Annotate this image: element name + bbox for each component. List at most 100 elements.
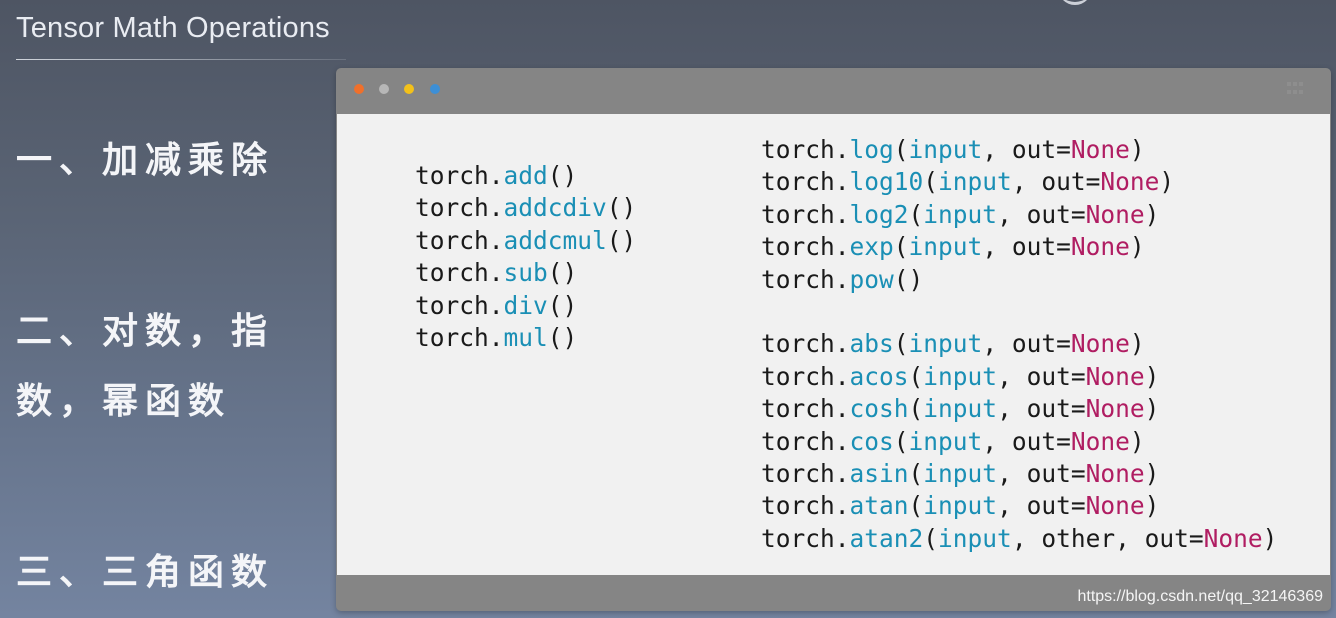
code-text-token: (: [908, 394, 924, 424]
code-line: torch.pow(): [761, 264, 1277, 296]
code-keyword-token: None: [1085, 361, 1145, 391]
code-text-token: , out=: [997, 361, 1086, 391]
window-dot-yellow: [404, 84, 414, 94]
code-column-right: torch.log(input, out=None) torch.log10(in…: [761, 134, 1277, 555]
code-text-token: ): [1129, 232, 1145, 262]
code-line: torch.atan(input, out=None): [761, 490, 1277, 522]
code-line: torch.exp(input, out=None): [761, 231, 1277, 263]
code-function-token: atan: [849, 491, 909, 521]
code-function-token: addcmul: [503, 225, 607, 255]
code-function-token: input: [938, 167, 1012, 197]
code-function-token: input: [908, 329, 983, 359]
slide-title: Tensor Math Operations: [16, 12, 330, 44]
code-function-token: input: [923, 199, 998, 229]
code-function-token: log: [849, 135, 894, 164]
code-function-token: cos: [849, 426, 894, 456]
code-text-token: ): [1144, 199, 1160, 229]
code-line: torch.addcdiv(): [415, 192, 636, 224]
code-keyword-token: None: [1070, 232, 1130, 262]
code-area: torch.add() torch.addcdiv() torch.addcmul(…: [337, 114, 1330, 575]
code-text-token: , out=: [982, 329, 1071, 359]
code-function-token: addcdiv: [503, 193, 607, 223]
code-function-token: input: [923, 361, 998, 391]
code-text-token: ): [1144, 491, 1160, 521]
section-label-arithmetic: 一、加减乘除: [16, 140, 275, 181]
code-line: torch.abs(input, out=None): [761, 328, 1277, 360]
section-label-trig: 三、三角函数: [16, 552, 275, 593]
code-function-token: abs: [849, 329, 894, 359]
code-text-token: torch.: [761, 199, 850, 229]
code-text-token: ): [1262, 523, 1278, 553]
code-function-token: log2: [849, 199, 909, 229]
code-text-token: torch.: [761, 491, 850, 521]
code-function-token: input: [908, 135, 983, 164]
code-text-token: torch.: [761, 394, 850, 424]
code-text-token: , other, out=: [1011, 523, 1204, 553]
window-dot-gray: [379, 84, 389, 94]
code-text-token: torch.: [415, 290, 504, 320]
code-line: torch.addcmul(): [415, 225, 636, 257]
code-function-token: cosh: [849, 394, 909, 424]
code-line: torch.log2(input, out=None): [761, 199, 1277, 231]
code-keyword-token: None: [1203, 523, 1263, 553]
code-text-token: (: [893, 329, 909, 359]
code-text-token: torch.: [761, 329, 850, 359]
code-function-token: input: [938, 523, 1012, 553]
code-text-token: ): [1144, 361, 1160, 391]
code-text-token: torch.: [761, 264, 850, 294]
code-line: torch.log10(input, out=None): [761, 166, 1277, 198]
code-function-token: mul: [503, 322, 548, 352]
code-text-token: (: [908, 361, 924, 391]
code-text-token: (): [547, 290, 578, 320]
code-function-token: exp: [849, 232, 894, 262]
code-keyword-token: None: [1085, 199, 1145, 229]
code-text-token: (: [893, 135, 909, 164]
code-text-token: (: [893, 232, 909, 262]
code-text-token: torch.: [415, 161, 504, 190]
code-text-token: (): [547, 322, 578, 352]
code-text-token: ): [1129, 329, 1145, 359]
code-text-token: torch.: [761, 232, 850, 262]
code-text-token: torch.: [415, 322, 504, 352]
code-text-token: (): [606, 193, 637, 223]
window-dot-blue: [430, 84, 440, 94]
window-title-bar: [336, 68, 1331, 114]
code-text-token: , out=: [982, 426, 1071, 456]
code-line: torch.mul(): [415, 322, 636, 354]
grid-icon: [1287, 82, 1305, 96]
code-function-token: sub: [503, 258, 548, 288]
code-text-token: , out=: [997, 199, 1086, 229]
code-text-token: torch.: [415, 193, 504, 223]
code-function-token: input: [923, 394, 998, 424]
code-keyword-token: None: [1070, 135, 1130, 164]
code-text-token: (: [908, 199, 924, 229]
code-line: torch.sub(): [415, 257, 636, 289]
code-text-token: torch.: [415, 258, 504, 288]
code-text-token: (): [547, 258, 578, 288]
code-function-token: log10: [849, 167, 924, 197]
code-text-token: (): [893, 264, 924, 294]
code-text-token: ): [1129, 135, 1145, 164]
window-footer-bar: https://blog.csdn.net/qq_32146369: [336, 575, 1331, 611]
code-keyword-token: None: [1085, 491, 1145, 521]
code-function-token: div: [503, 290, 548, 320]
code-text-token: ): [1129, 426, 1145, 456]
section-label-log-exp-pow: 二、对数，指数，幂函数: [16, 311, 275, 422]
code-function-token: input: [923, 491, 998, 521]
code-keyword-token: None: [1085, 394, 1145, 424]
code-function-token: acos: [849, 361, 909, 391]
code-line: torch.atan2(input, other, out=None): [761, 523, 1277, 555]
code-keyword-token: None: [1070, 426, 1130, 456]
code-line: torch.add(): [415, 160, 636, 192]
code-text-token: ): [1144, 458, 1160, 488]
code-text-token: (): [547, 161, 578, 190]
code-column-left: torch.add() torch.addcdiv() torch.addcmul(…: [415, 160, 636, 354]
code-text-token: ): [1144, 394, 1160, 424]
code-text-token: torch.: [761, 167, 850, 197]
code-text-token: (: [923, 523, 939, 553]
code-function-token: input: [908, 232, 983, 262]
code-text-token: , out=: [997, 394, 1086, 424]
code-line: torch.acos(input, out=None): [761, 361, 1277, 393]
code-text-token: torch.: [761, 458, 850, 488]
